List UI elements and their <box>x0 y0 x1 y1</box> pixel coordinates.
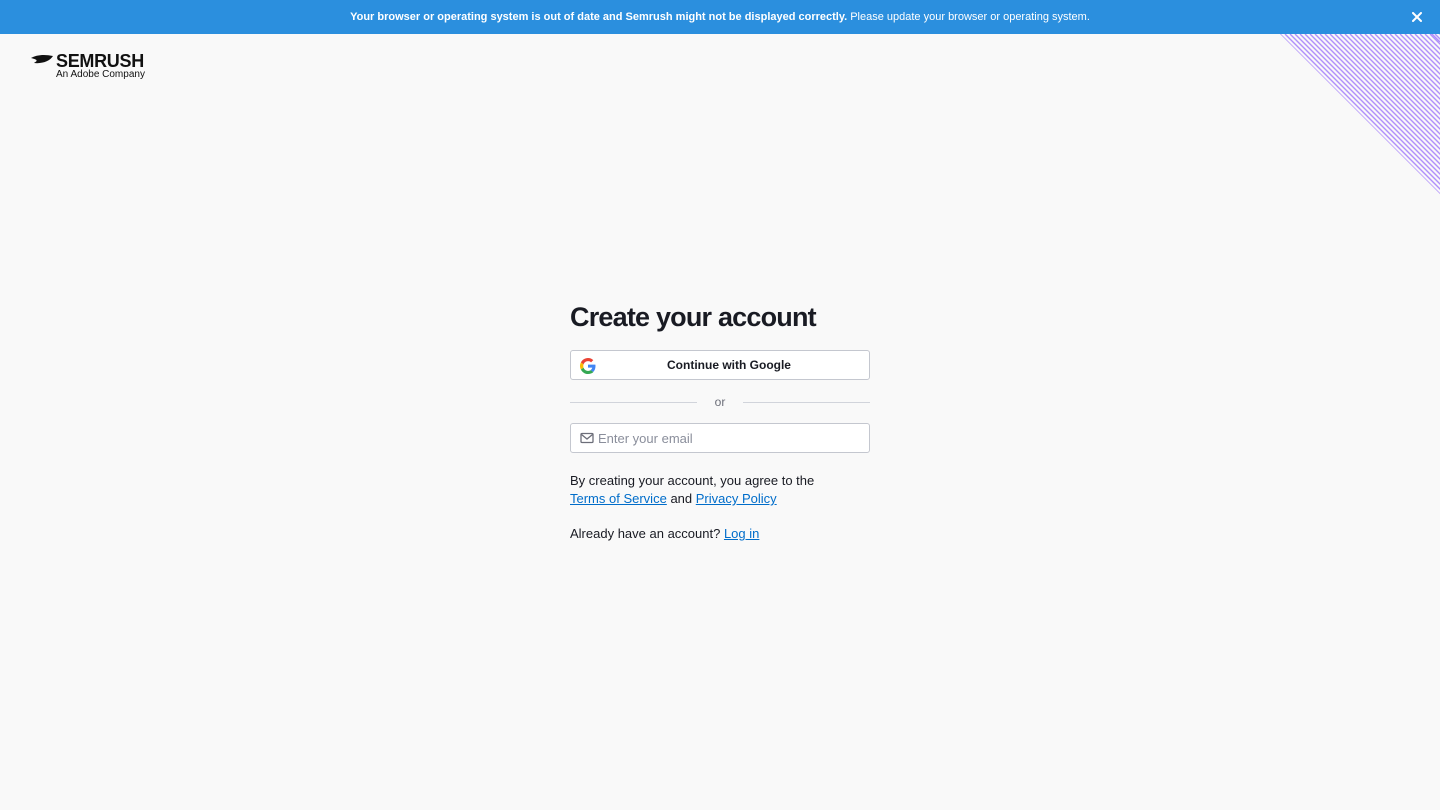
decorative-stripe <box>1280 34 1366 194</box>
browser-warning-banner: Your browser or operating system is out … <box>0 0 1440 34</box>
decorative-stripe <box>1280 34 1306 194</box>
divider-line-left <box>570 401 697 403</box>
google-icon <box>580 358 596 374</box>
decorative-stripe <box>1280 34 1440 194</box>
decorative-stripe <box>1280 34 1336 194</box>
divider-text: or <box>714 395 726 409</box>
decorative-stripe <box>1354 34 1440 194</box>
close-icon[interactable] <box>1408 8 1426 26</box>
login-prefix: Already have an account? <box>570 526 721 541</box>
decorative-stripe <box>1280 34 1311 194</box>
decorative-stripe <box>1280 34 1296 194</box>
decorative-stripe <box>1280 34 1331 194</box>
legal-text: By creating your account, you agree to t… <box>570 472 870 508</box>
semrush-logo[interactable]: SEMRUSH An Adobe Company <box>30 51 150 83</box>
decorative-stripe <box>1280 34 1286 194</box>
decorative-stripe <box>1280 34 1401 194</box>
continue-with-google-button[interactable]: Continue with Google <box>570 350 870 380</box>
signup-form: Create your account Continue with Google… <box>570 300 871 541</box>
decorative-stripes <box>1280 34 1440 194</box>
divider-line-right <box>743 401 871 403</box>
logo-subtitle: An Adobe Company <box>56 69 145 80</box>
semrush-logo-icon <box>31 54 53 64</box>
decorative-stripe <box>1280 34 1371 194</box>
log-in-link[interactable]: Log in <box>724 526 759 541</box>
email-field-wrapper <box>570 423 870 453</box>
legal-prefix: By creating your account, you agree to t… <box>570 473 815 488</box>
mail-icon <box>580 432 594 444</box>
decorative-stripe <box>1280 34 1291 194</box>
page-title: Create your account <box>570 302 817 332</box>
decorative-stripe <box>1280 34 1431 194</box>
terms-of-service-link[interactable]: Terms of Service <box>570 491 667 506</box>
decorative-stripe <box>1324 34 1440 194</box>
google-button-label: Continue with Google <box>667 358 791 372</box>
decorative-stripe <box>1280 34 1406 194</box>
or-divider: or <box>570 394 871 410</box>
login-prompt: Already have an account? Log in <box>570 526 870 541</box>
decorative-stripe <box>1424 34 1440 194</box>
email-input[interactable] <box>598 430 858 446</box>
decorative-stripe <box>1280 34 1301 194</box>
legal-and: and <box>670 491 693 506</box>
decorative-stripe <box>1280 34 1341 194</box>
decorative-stripe <box>1280 34 1346 194</box>
banner-bold-text: Your browser or operating system is out … <box>350 11 848 23</box>
banner-text: Please update your browser or operating … <box>850 11 1090 23</box>
decorative-stripe <box>1280 34 1361 194</box>
privacy-policy-link[interactable]: Privacy Policy <box>696 491 777 506</box>
decorative-stripe <box>1280 34 1436 194</box>
decorative-stripe <box>1280 34 1396 194</box>
